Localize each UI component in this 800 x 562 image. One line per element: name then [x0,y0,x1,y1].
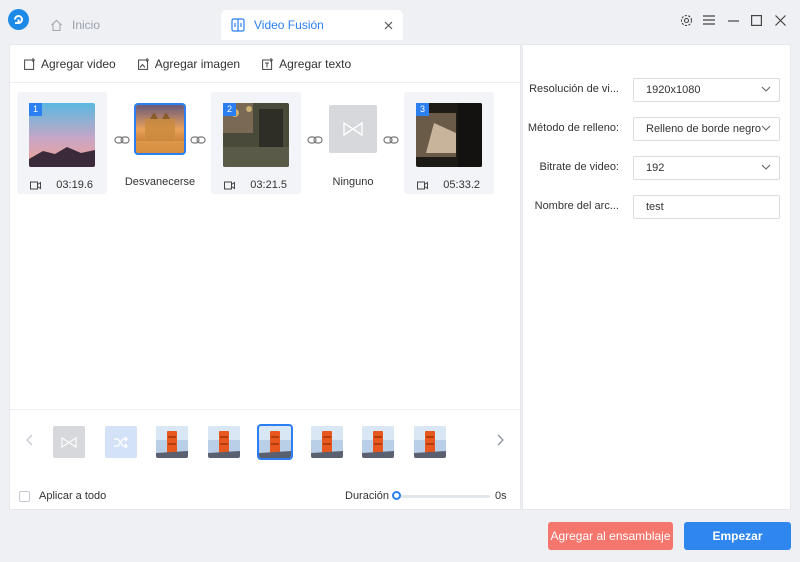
settings-panel: Resolución de vi... 1920x1080 Método de … [522,44,791,510]
transition-label-none: Ninguno [332,176,374,188]
transition-thumbnail-fade [134,103,186,155]
duration-value: 0s [495,490,507,502]
resolution-select[interactable]: 1920x1080 [633,78,780,102]
resolution-label: Resolución de vi... [529,83,619,95]
video-camera-icon [224,181,235,189]
duration-slider-handle[interactable] [392,491,401,500]
add-image-label: Agregar imagen [154,56,241,71]
filename-label: Nombre del arc... [534,200,619,212]
transition-label-fade: Desvanecerse [124,176,196,188]
bitrate-select[interactable]: 192 [633,156,780,180]
add-to-assembly-button[interactable]: Agregar al ensamblaje [548,522,673,550]
video-clip-1[interactable]: 1 03:19.6 [17,92,107,194]
effect-thumbnail-selected[interactable] [257,424,293,460]
video-camera-icon [30,181,41,189]
effect-thumbnail[interactable] [362,426,394,458]
bowtie-icon [343,122,363,136]
effect-thumbnail[interactable] [208,426,240,458]
settings-gear-icon[interactable] [678,12,694,28]
shuffle-icon [114,436,128,448]
tab-home[interactable]: Inicio [50,10,210,40]
app-logo-icon [8,9,29,30]
add-video-button[interactable]: Agregar video [24,57,116,71]
clip-duration-text: 05:33.2 [443,179,480,191]
clip-index-badge: 3 [416,103,429,116]
fill-method-select[interactable]: Relleno de borde negro [633,117,780,141]
link-icon [307,136,323,144]
transition-picker: Aplicar a todo Duración 0s [10,409,520,509]
tab-home-label: Inicio [72,18,101,32]
home-icon [51,19,62,31]
add-text-label: Agregar texto [279,56,352,71]
chevron-right-icon[interactable] [494,432,508,448]
timeline-panel: Agregar video Agregar imagen Agregar tex… [9,44,521,510]
transition-fade[interactable]: Desvanecerse [125,92,195,194]
add-image-button[interactable]: Agregar imagen [137,56,241,71]
fill-method-setting: Método de relleno: Relleno de borde negr… [523,117,792,141]
add-text-icon [262,57,274,70]
link-icon [114,136,130,144]
close-window-icon[interactable] [772,12,788,28]
bitrate-value: 192 [646,162,665,174]
effect-thumbnail[interactable] [311,426,343,458]
video-merge-icon [231,18,245,32]
transition-none[interactable]: Ninguno [322,92,384,194]
chevron-down-icon [761,164,771,170]
effect-thumbnail[interactable] [156,426,188,458]
filename-setting: Nombre del arc... test [523,195,792,219]
chevron-left-icon[interactable] [22,432,36,448]
fill-method-value: Relleno de borde negro [646,123,761,135]
title-bar: Inicio Video Fusión [0,0,800,40]
add-text-button[interactable]: Agregar texto [262,57,351,71]
link-icon [190,136,206,144]
toolbar: Agregar video Agregar imagen Agregar tex… [10,45,520,83]
clip-sequence: 1 03:19.6 Desvanecerse 2 03:21.5 Ninguno… [10,84,520,410]
filename-value: test [646,201,664,213]
tab-video-fusion-label: Video Fusión [254,18,324,32]
resolution-setting: Resolución de vi... 1920x1080 [523,78,792,102]
chevron-down-icon [761,86,771,92]
effect-random[interactable] [105,426,137,458]
resolution-value: 1920x1080 [646,84,701,96]
apply-all-checkbox[interactable]: Aplicar a todo [19,490,106,502]
effect-none[interactable] [53,426,85,458]
chevron-down-icon [761,125,771,131]
transition-thumbnail-none [329,105,377,153]
filename-input[interactable]: test [633,195,780,219]
clip-index-badge: 2 [223,103,236,116]
fill-method-label: Método de relleno: [527,122,619,134]
start-button[interactable]: Empezar [684,522,791,550]
effect-thumbnail[interactable] [414,426,446,458]
tab-video-fusion[interactable]: Video Fusión [221,10,403,40]
apply-all-label: Aplicar a todo [39,490,107,502]
video-clip-3[interactable]: 3 05:33.2 [404,92,494,194]
video-clip-2[interactable]: 2 03:21.5 [211,92,301,194]
add-image-icon [137,57,149,70]
link-icon [383,136,399,144]
clip-duration-text: 03:19.6 [56,179,93,191]
maximize-icon[interactable] [748,12,764,28]
video-camera-icon [417,181,428,189]
checkbox[interactable] [19,490,30,502]
clip-index-badge: 1 [29,103,42,116]
menu-icon[interactable] [701,12,717,28]
tab-close-icon[interactable] [381,18,395,32]
duration-label: Duración [345,490,390,502]
bitrate-label: Bitrate de video: [539,161,620,173]
add-video-icon [24,57,35,70]
duration-slider-track[interactable] [395,495,490,498]
clip-duration-text: 03:21.5 [250,179,287,191]
add-video-label: Agregar video [41,56,116,71]
bitrate-setting: Bitrate de video: 192 [523,156,792,180]
minimize-icon[interactable] [725,12,741,28]
bowtie-icon [61,436,77,448]
